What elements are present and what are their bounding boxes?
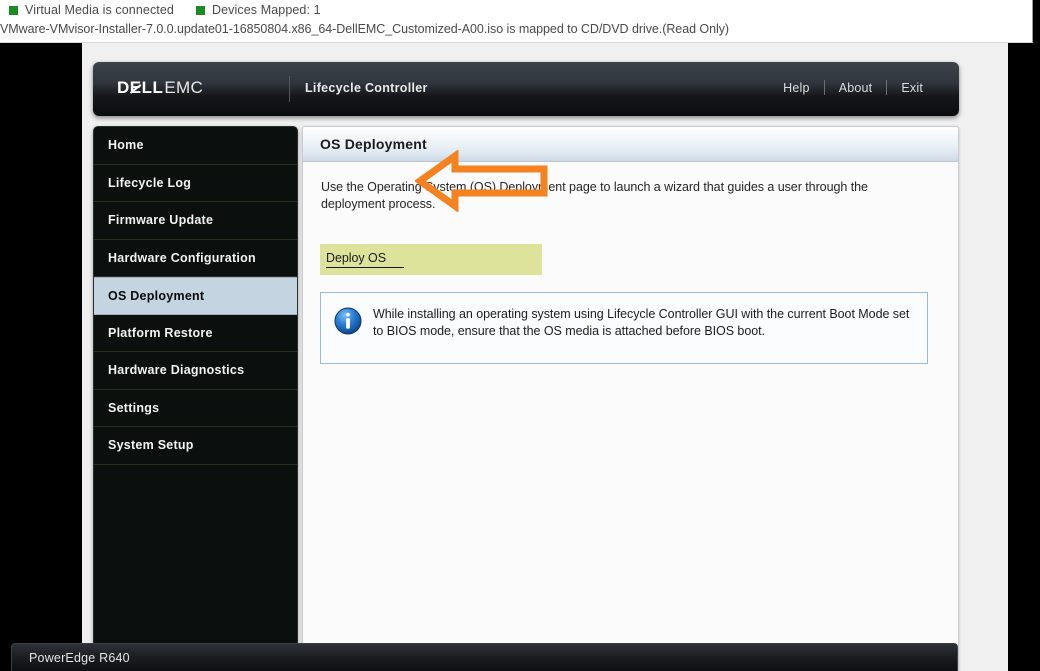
green-square-marker-1 — [9, 5, 18, 15]
header-divider — [289, 76, 290, 102]
sidebar-item-hardware-configuration[interactable]: Hardware Configuration — [94, 240, 297, 277]
about-link[interactable]: About — [825, 81, 887, 95]
sidebar-item-platform-restore[interactable]: Platform Restore — [94, 315, 297, 352]
sidebar-item-hardware-diagnostics[interactable]: Hardware Diagnostics — [94, 352, 297, 390]
dell-emc-logo: DELL EMC — [117, 78, 203, 98]
panel-body: Use the Operating System (OS) Deployment… — [303, 150, 958, 364]
sidebar-item-os-deployment[interactable]: OS Deployment — [94, 277, 297, 315]
virtual-media-banner: Virtual Media is connected Devices Mappe… — [0, 0, 1033, 43]
sidebar-item-system-setup[interactable]: System Setup — [94, 427, 297, 465]
deploy-os-highlight-group: Deploy OS — [320, 244, 542, 275]
header-links: Help About Exit — [769, 80, 937, 95]
virtual-media-status-row: Virtual Media is connected Devices Mappe… — [9, 3, 321, 17]
content-panel: OS Deployment Use the Operating System (… — [302, 126, 959, 671]
mapped-media-path-label: VMware-VMvisor-Installer-7.0.0.update01-… — [0, 22, 730, 36]
lifecycle-controller-screen: Virtual Media is connected Devices Mappe… — [0, 0, 1040, 671]
sidebar-item-settings[interactable]: Settings — [94, 390, 297, 427]
app-header: DELL EMC Lifecycle Controller Help About… — [93, 62, 959, 116]
dell-wordmark: DELL — [117, 78, 164, 97]
exit-link[interactable]: Exit — [887, 81, 937, 95]
virtual-media-connected-label: Virtual Media is connected — [25, 3, 174, 17]
app-title: Lifecycle Controller — [305, 81, 428, 95]
info-message-text: While installing an operating system usi… — [373, 307, 910, 338]
status-bar: PowerEdge R640 — [11, 643, 958, 671]
intro-text: Use the Operating System (OS) Deployment… — [321, 180, 868, 211]
panel-header: OS Deployment — [303, 127, 958, 162]
info-message-box: While installing an operating system usi… — [320, 292, 928, 364]
lifecycle-controller-body: DELL EMC Lifecycle Controller Help About… — [82, 43, 1008, 671]
help-link[interactable]: Help — [769, 81, 824, 95]
deploy-os-link[interactable]: Deploy OS — [326, 251, 404, 268]
sidebar-item-home[interactable]: Home — [94, 127, 297, 165]
green-square-marker-2 — [195, 5, 205, 15]
sidebar-nav: Home Lifecycle Log Firmware Update Hardw… — [93, 126, 298, 671]
info-icon — [334, 307, 362, 335]
sidebar-item-lifecycle-log[interactable]: Lifecycle Log — [94, 165, 297, 202]
page-title: OS Deployment — [320, 136, 427, 152]
emc-wordmark: EMC — [164, 78, 204, 97]
sidebar-item-firmware-update[interactable]: Firmware Update — [94, 202, 297, 240]
server-model-label: PowerEdge R640 — [29, 650, 130, 665]
devices-mapped-label: Devices Mapped: 1 — [211, 3, 321, 17]
